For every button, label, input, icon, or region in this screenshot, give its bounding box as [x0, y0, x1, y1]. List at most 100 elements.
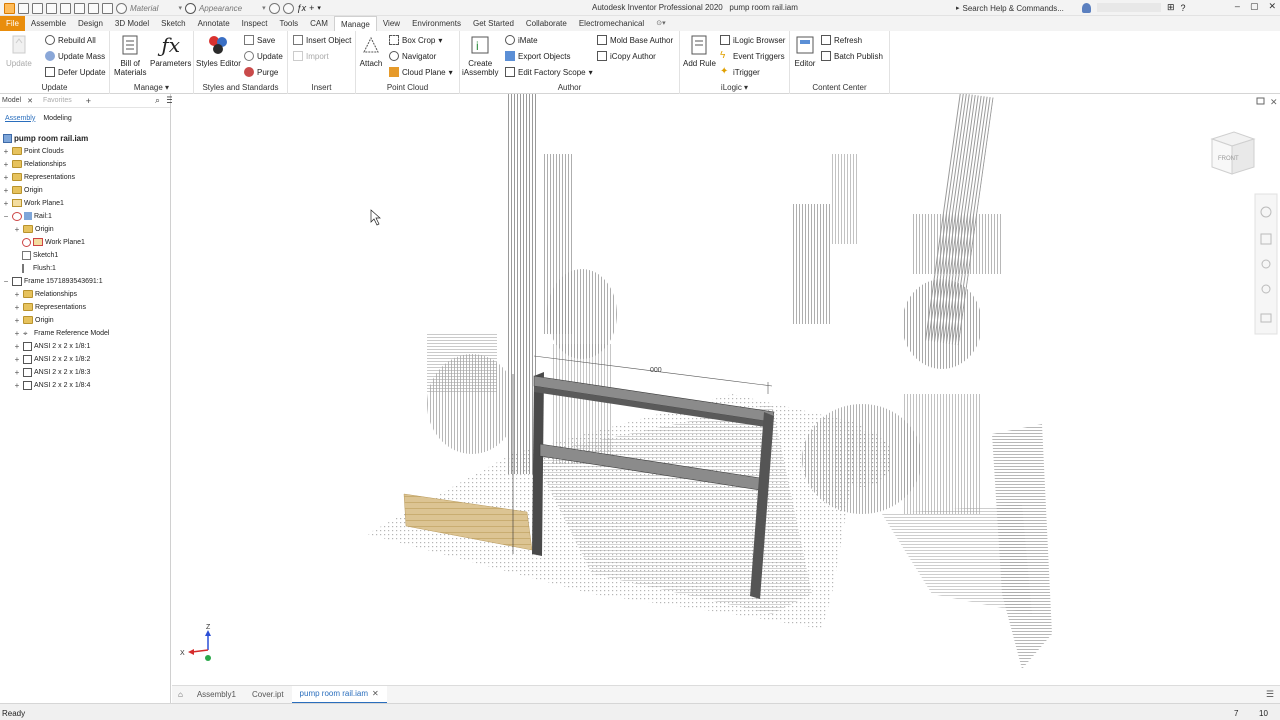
cloud-plane-button[interactable]: Cloud Plane ▾	[389, 67, 453, 77]
tab-collaborate[interactable]: Collaborate	[520, 16, 573, 31]
icopy-author-button[interactable]: iCopy Author	[597, 51, 656, 61]
expand-icon[interactable]: +	[13, 342, 21, 351]
add-tab-icon[interactable]: +	[86, 96, 91, 106]
maximize-icon[interactable]: ▢	[1250, 1, 1259, 12]
user-icon[interactable]	[1082, 2, 1091, 13]
fx-icon[interactable]: ƒx	[297, 3, 307, 13]
expand-icon[interactable]: +	[13, 355, 21, 364]
event-triggers-button[interactable]: ϟ Event Triggers	[720, 51, 785, 61]
tree-node-point-clouds[interactable]: + Point Clouds	[2, 145, 64, 157]
user-name-field[interactable]	[1097, 3, 1161, 12]
box-crop-button[interactable]: Box Crop ▾	[389, 35, 442, 45]
parameters-button[interactable]: ƒx Parameters	[150, 33, 191, 69]
bill-of-materials-button[interactable]: Bill of Materials	[114, 33, 146, 77]
chevron-down-icon[interactable]: ▾	[317, 4, 321, 12]
import-button[interactable]: Import	[293, 51, 329, 61]
tab-tools[interactable]: Tools	[273, 16, 304, 31]
tab-view[interactable]: View	[377, 16, 406, 31]
plus-icon[interactable]: +	[309, 3, 314, 13]
tree-node-ansi-3[interactable]: + ANSI 2 x 2 x 1/8:3	[13, 366, 90, 378]
close-icon[interactable]: ✕	[372, 689, 379, 698]
purge-button[interactable]: Purge	[244, 67, 278, 77]
refresh-button[interactable]: Refresh	[821, 35, 862, 45]
editor-button[interactable]: Editor	[793, 33, 817, 68]
tab-favorites[interactable]: Favorites	[43, 97, 72, 104]
expand-icon[interactable]: +	[13, 290, 21, 299]
help-icon[interactable]: ?	[1181, 3, 1186, 13]
ilogic-browser-button[interactable]: iLogic Browser	[720, 35, 785, 45]
expand-icon[interactable]: +	[13, 316, 21, 325]
adjust-icon[interactable]	[282, 2, 294, 14]
attach-button[interactable]: Attach	[359, 33, 383, 68]
cart-icon[interactable]: ⊞	[1167, 2, 1175, 13]
minimize-icon[interactable]: –	[1235, 1, 1240, 12]
tree-node-flush[interactable]: Flush:1	[22, 262, 56, 274]
subtab-assembly[interactable]: Assembly	[5, 115, 35, 122]
collapse-icon[interactable]: −	[2, 277, 10, 286]
tree-node-origin[interactable]: + Origin	[2, 184, 43, 196]
itrigger-button[interactable]: ✦ iTrigger	[720, 67, 760, 77]
expand-icon[interactable]: +	[13, 303, 21, 312]
expand-icon[interactable]: +	[13, 368, 21, 377]
doc-tab-cover[interactable]: Cover.ipt	[244, 686, 292, 704]
update-icon[interactable]	[102, 2, 113, 14]
update-mass-button[interactable]: Update Mass	[45, 51, 105, 61]
tab-sketch[interactable]: Sketch	[155, 16, 191, 31]
close-icon[interactable]: ✕	[27, 97, 33, 105]
expand-icon[interactable]: +	[2, 147, 10, 156]
home-icon[interactable]	[88, 2, 99, 14]
appearance-selector[interactable]: Appearance ▾	[199, 4, 266, 13]
expand-icon[interactable]: +	[13, 329, 21, 338]
expand-icon[interactable]: +	[2, 160, 10, 169]
expand-icon[interactable]: +	[13, 381, 21, 390]
tree-node-work-plane[interactable]: + Work Plane1	[2, 197, 64, 209]
clear-appearance-icon[interactable]	[268, 2, 280, 14]
expand-icon[interactable]: +	[13, 225, 21, 234]
tab-menu-icon[interactable]: ☰	[1266, 689, 1274, 700]
expand-icon[interactable]: +	[2, 199, 10, 208]
inventor-logo-icon[interactable]	[4, 2, 15, 14]
tree-node-sketch[interactable]: Sketch1	[22, 249, 58, 261]
tree-node-rail-origin[interactable]: + Origin	[13, 223, 54, 235]
expand-icon[interactable]: +	[2, 173, 10, 182]
ribbon-options-icon[interactable]: ⊙▾	[650, 16, 671, 31]
tab-get-started[interactable]: Get Started	[467, 16, 520, 31]
tree-root[interactable]: pump room rail.iam	[3, 132, 88, 144]
tree-node-frame-relationships[interactable]: + Relationships	[13, 288, 77, 300]
tab-model[interactable]: Model	[2, 97, 21, 104]
redo-icon[interactable]	[74, 2, 85, 14]
edit-factory-scope-button[interactable]: Edit Factory Scope ▾	[505, 67, 593, 77]
tab-environments[interactable]: Environments	[406, 16, 467, 31]
tree-node-ansi-4[interactable]: + ANSI 2 x 2 x 1/8:4	[13, 379, 90, 391]
tab-file[interactable]: File	[0, 16, 25, 31]
close-viewport-icon[interactable]: ✕	[1270, 97, 1278, 107]
tree-node-frame[interactable]: − Frame 1571893543691:1	[2, 275, 103, 287]
tree-node-frame-representations[interactable]: + Representations	[13, 301, 86, 313]
tab-assemble[interactable]: Assemble	[25, 16, 72, 31]
tree-node-ansi-1[interactable]: + ANSI 2 x 2 x 1/8:1	[13, 340, 90, 352]
close-icon[interactable]: ✕	[1268, 1, 1276, 12]
undo-icon[interactable]	[60, 2, 71, 14]
open-folder-icon[interactable]	[32, 2, 43, 14]
tab-inspect[interactable]: Inspect	[236, 16, 274, 31]
home-tab[interactable]: ⌂	[172, 686, 189, 704]
styles-editor-button[interactable]: Styles Editor	[196, 33, 241, 68]
tree-node-representations[interactable]: + Representations	[2, 171, 75, 183]
doc-tab-pump-room-rail[interactable]: pump room rail.iam ✕	[291, 685, 387, 704]
create-iassembly-button[interactable]: i Create iAssembly	[462, 33, 498, 77]
ilogic-group-label[interactable]: iLogic ▾	[680, 83, 789, 92]
batch-publish-button[interactable]: Batch Publish	[821, 51, 883, 61]
viewcube[interactable]: FRONT	[1210, 131, 1256, 175]
help-search[interactable]: ▸ Search Help & Commands...	[956, 2, 1074, 14]
tab-3d-model[interactable]: 3D Model	[109, 16, 155, 31]
collapse-icon[interactable]: −	[2, 212, 10, 221]
tab-cam[interactable]: CAM	[304, 16, 334, 31]
tree-node-rail[interactable]: − Rail:1	[2, 210, 52, 222]
imate-button[interactable]: iMate	[505, 35, 538, 45]
search-icon[interactable]: ⌕	[155, 95, 160, 106]
tree-node-frame-reference-model[interactable]: + ⌖ Frame Reference Model	[13, 327, 110, 339]
tab-design[interactable]: Design	[72, 16, 109, 31]
tree-node-relationships[interactable]: + Relationships	[2, 158, 66, 170]
tree-node-rail-work-plane[interactable]: Work Plane1	[22, 236, 85, 248]
doc-tab-assembly1[interactable]: Assembly1	[189, 686, 244, 704]
